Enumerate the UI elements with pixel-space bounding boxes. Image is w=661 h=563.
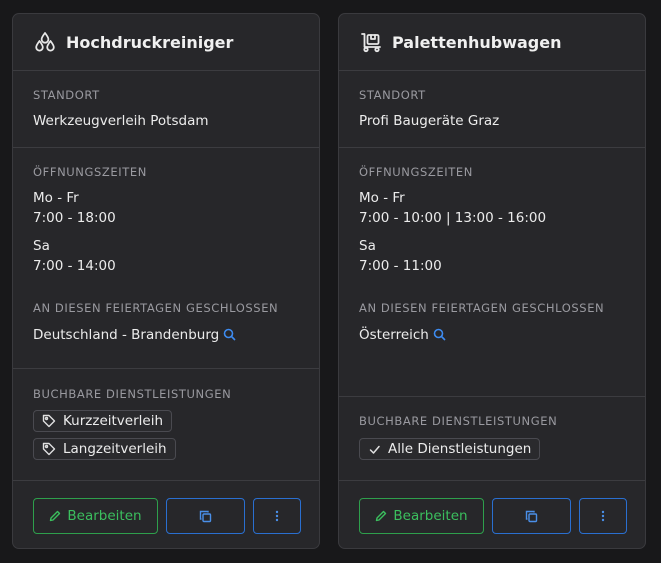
holidays-label: AN DIESEN FEIERTAGEN GESCHLOSSEN xyxy=(359,301,605,315)
hours-times: 7:00 - 18:00 xyxy=(33,210,116,226)
hours-times: 7:00 - 11:00 xyxy=(359,258,442,274)
water-drops-icon xyxy=(34,31,56,53)
tag-icon xyxy=(42,442,56,456)
service-tag-label: Kurzzeitverleih xyxy=(63,413,164,429)
more-vertical-icon xyxy=(275,510,279,522)
location-value: Werkzeugverleih Potsdam xyxy=(33,113,209,129)
location-value: Profi Baugeräte Graz xyxy=(359,113,500,129)
edit-button-label: Bearbeiten xyxy=(393,508,468,524)
opening-hours-section: ÖFFNUNGSZEITEN Mo - Fr 7:00 - 18:00 Sa 7… xyxy=(13,148,319,369)
card-header: Hochdruckreiniger xyxy=(13,14,319,71)
location-label: STANDORT xyxy=(33,88,100,102)
card-actions: Bearbeiten xyxy=(13,480,319,549)
copy-icon xyxy=(199,510,212,523)
holidays-region: Deutschland - Brandenburg xyxy=(33,327,220,343)
card-header: Palettenhubwagen xyxy=(339,14,645,71)
copy-icon xyxy=(525,510,538,523)
pencil-icon xyxy=(375,510,387,522)
hours-times: 7:00 - 10:00 | 13:00 - 16:00 xyxy=(359,210,547,226)
opening-hours-section: ÖFFNUNGSZEITEN Mo - Fr 7:00 - 10:00 | 13… xyxy=(339,148,645,397)
opening-hours-label: ÖFFNUNGSZEITEN xyxy=(33,165,147,179)
equipment-card-hochdruckreiniger: Hochdruckreiniger STANDORT Werkzeugverle… xyxy=(12,13,320,549)
check-icon xyxy=(368,443,381,456)
holidays-label: AN DIESEN FEIERTAGEN GESCHLOSSEN xyxy=(33,301,279,315)
location-section: STANDORT Profi Baugeräte Graz xyxy=(339,71,645,148)
search-icon[interactable] xyxy=(223,327,236,347)
hours-days: Mo - Fr xyxy=(359,190,405,206)
services-section: BUCHBARE DIENSTLEISTUNGEN Kurzzeitverlei… xyxy=(13,369,319,481)
hours-days: Sa xyxy=(33,238,50,254)
equipment-card-palettenhubwagen: Palettenhubwagen STANDORT Profi Baugerät… xyxy=(338,13,646,549)
card-title: Hochdruckreiniger xyxy=(66,32,234,52)
search-icon[interactable] xyxy=(433,327,446,347)
service-tag: Alle Dienstleistungen xyxy=(359,438,541,460)
services-section: BUCHBARE DIENSTLEISTUNGEN Alle Dienstlei… xyxy=(339,397,645,481)
services-label: BUCHBARE DIENSTLEISTUNGEN xyxy=(33,387,232,401)
service-tag-label: Langzeitverleih xyxy=(63,441,167,457)
service-tag: Kurzzeitverleih xyxy=(33,410,173,432)
card-title: Palettenhubwagen xyxy=(392,32,562,52)
hours-times: 7:00 - 14:00 xyxy=(33,258,116,274)
edit-button-label: Bearbeiten xyxy=(67,508,142,524)
pallet-truck-icon xyxy=(360,31,382,53)
card-actions: Bearbeiten xyxy=(339,480,645,549)
location-section: STANDORT Werkzeugverleih Potsdam xyxy=(13,71,319,148)
location-label: STANDORT xyxy=(359,88,426,102)
service-tag: Langzeitverleih xyxy=(33,438,176,460)
edit-button[interactable]: Bearbeiten xyxy=(33,498,158,534)
copy-button[interactable] xyxy=(166,498,245,534)
services-label: BUCHBARE DIENSTLEISTUNGEN xyxy=(359,414,558,428)
edit-button[interactable]: Bearbeiten xyxy=(359,498,484,534)
hours-days: Mo - Fr xyxy=(33,190,79,206)
holidays-region: Österreich xyxy=(359,327,429,343)
service-tag-label: Alle Dienstleistungen xyxy=(388,441,532,457)
copy-button[interactable] xyxy=(492,498,571,534)
more-vertical-icon xyxy=(601,510,605,522)
holidays-value: Österreich xyxy=(359,325,446,347)
tag-icon xyxy=(42,414,56,428)
holidays-value: Deutschland - Brandenburg xyxy=(33,325,236,347)
pencil-icon xyxy=(49,510,61,522)
more-options-button[interactable] xyxy=(579,498,627,534)
opening-hours-label: ÖFFNUNGSZEITEN xyxy=(359,165,473,179)
hours-days: Sa xyxy=(359,238,376,254)
more-options-button[interactable] xyxy=(253,498,301,534)
